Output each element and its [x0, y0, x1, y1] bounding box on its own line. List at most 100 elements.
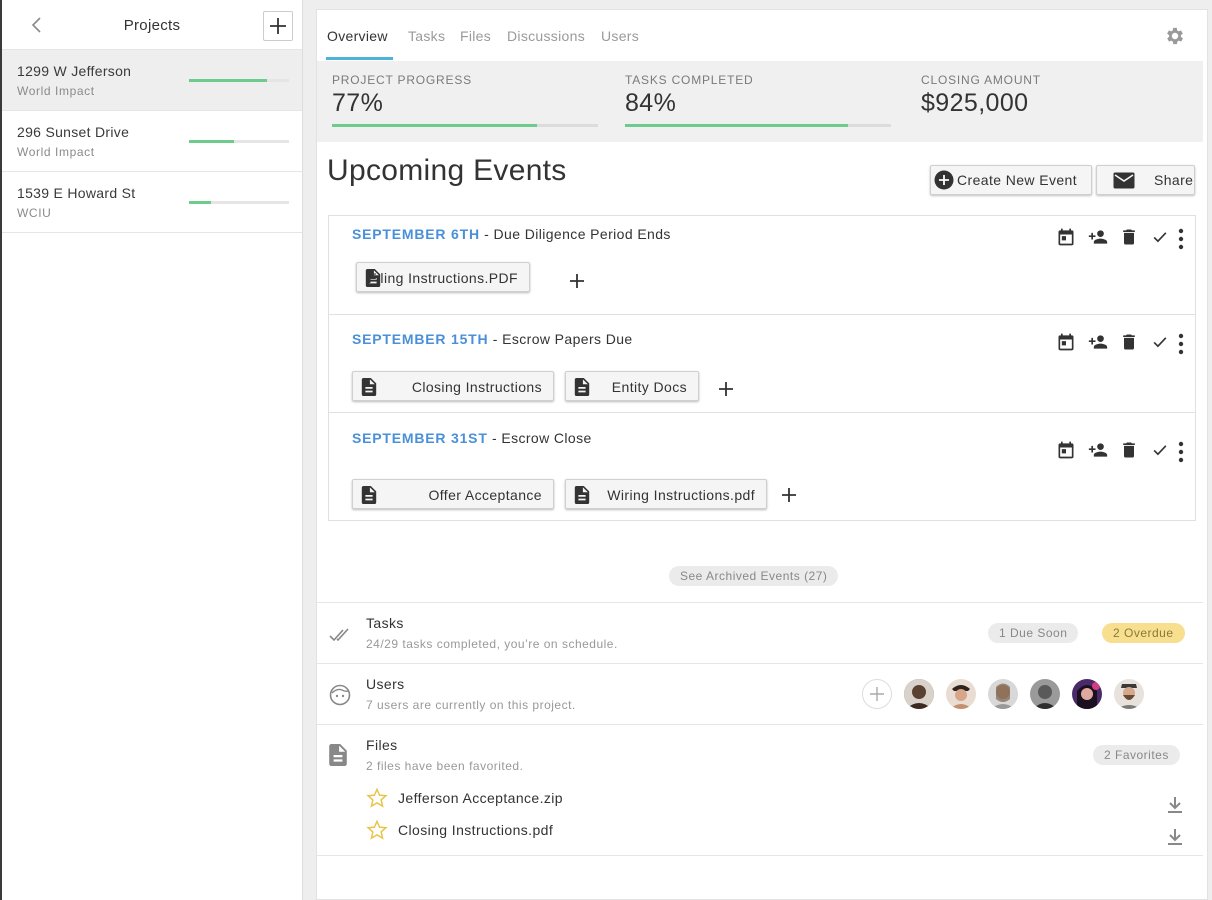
more-vert-icon[interactable] [1176, 227, 1198, 250]
event-card: SEPTEMBER 15TH - Escrow Papers Due Closi… [328, 315, 1196, 413]
download-icon[interactable] [1165, 827, 1185, 847]
file-chip[interactable]: Offer Acceptance [352, 479, 554, 509]
share-label: Share [1154, 172, 1194, 188]
gear-icon[interactable] [1164, 25, 1186, 47]
favorite-file-item[interactable]: Closing Instructions.pdf [366, 819, 666, 842]
progress-fill [189, 140, 234, 143]
add-file-plus-icon[interactable] [570, 274, 584, 288]
progress-fill [332, 124, 537, 127]
event-title: SEPTEMBER 31ST - Escrow Close [352, 430, 592, 446]
document-icon [329, 744, 351, 766]
trash-icon[interactable] [1119, 440, 1141, 462]
sidebar-project-item[interactable]: 296 Sunset Drive World Impact [2, 111, 302, 172]
event-actions [1055, 332, 1190, 356]
file-name: Closing Instructions.pdf [398, 822, 554, 838]
stat-value: 77% [332, 89, 384, 117]
stat-tasks-completed: TASKS COMPLETED 84% [625, 73, 753, 118]
avatar[interactable] [1030, 679, 1060, 709]
project-name: 1299 W Jefferson [17, 63, 132, 79]
main-panel: Overview Tasks Files Discussions Users P… [316, 9, 1208, 900]
section-title: Tasks [366, 615, 404, 631]
progress-fill [189, 201, 211, 204]
add-file-plus-icon[interactable] [719, 382, 733, 396]
project-name: 1539 E Howard St [17, 185, 136, 201]
add-file-plus-icon[interactable] [782, 488, 796, 502]
document-icon [361, 486, 377, 504]
check-icon[interactable] [1150, 332, 1172, 354]
check-icon[interactable] [1150, 440, 1172, 462]
sidebar-project-item[interactable]: 1299 W Jefferson World Impact [2, 50, 302, 111]
calendar-icon[interactable] [1056, 227, 1078, 249]
trash-icon[interactable] [1119, 332, 1141, 354]
file-name: Filing Instructions.PDF [367, 270, 518, 286]
section-title: Users [366, 676, 405, 692]
favorite-file-item[interactable]: Jefferson Acceptance.zip [366, 787, 666, 810]
event-date: SEPTEMBER 6TH [352, 226, 480, 242]
section-subtitle: 2 files have been favorited. [366, 759, 524, 773]
file-chip[interactable]: Filing Instructions.PDF [356, 262, 530, 292]
progress-fill [625, 124, 849, 127]
trash-icon[interactable] [1119, 227, 1141, 249]
tab-files[interactable]: Files [460, 28, 491, 44]
star-icon[interactable] [366, 787, 388, 809]
event-actions [1055, 440, 1190, 464]
event-title: SEPTEMBER 15TH - Escrow Papers Due [352, 331, 633, 347]
tab-discussions[interactable]: Discussions [507, 28, 585, 44]
projects-sidebar: Projects 1299 W Jefferson World Impact 2… [0, 0, 303, 900]
create-event-button[interactable]: Create New Event [930, 165, 1092, 195]
see-archived-events-button[interactable]: See Archived Events (27) [669, 566, 839, 586]
project-org: WCIU [17, 206, 52, 220]
events-list: SEPTEMBER 6TH - Due Diligence Period End… [328, 215, 1196, 521]
add-person-icon[interactable] [1087, 440, 1109, 462]
avatar[interactable] [988, 679, 1018, 709]
file-chip[interactable]: Entity Docs [565, 371, 699, 401]
project-org: World Impact [17, 145, 95, 159]
create-event-label: Create New Event [957, 172, 1078, 188]
star-icon[interactable] [366, 819, 388, 841]
project-org: World Impact [17, 84, 95, 98]
avatar[interactable] [946, 679, 976, 709]
file-name: Jefferson Acceptance.zip [398, 790, 563, 806]
stats-bar: PROJECT PROGRESS 77% TASKS COMPLETED 84%… [317, 61, 1203, 142]
file-name: Wiring Instructions.pdf [607, 487, 755, 503]
active-tab-indicator [326, 57, 393, 60]
section-subtitle: 24/29 tasks completed, you’re on schedul… [366, 637, 618, 651]
add-person-icon[interactable] [1087, 332, 1109, 354]
file-name: Entity Docs [611, 379, 687, 395]
add-user-button[interactable] [862, 679, 892, 709]
files-section: Files 2 files have been favorited. 2 Fav… [317, 724, 1203, 856]
tasks-section: Tasks 24/29 tasks completed, you’re on s… [317, 602, 1203, 663]
add-person-icon[interactable] [1087, 227, 1109, 249]
tab-users[interactable]: Users [601, 28, 639, 44]
event-title: SEPTEMBER 6TH - Due Diligence Period End… [352, 226, 671, 242]
tab-tasks[interactable]: Tasks [408, 28, 445, 44]
stat-value: $925,000 [921, 89, 1029, 117]
event-actions [1055, 227, 1190, 251]
more-vert-icon[interactable] [1176, 332, 1198, 355]
share-button[interactable]: Share [1096, 165, 1195, 195]
section-subtitle: 7 users are currently on this project. [366, 698, 576, 712]
favorites-badge[interactable]: 2 Favorites [1093, 745, 1180, 765]
event-card: SEPTEMBER 6TH - Due Diligence Period End… [328, 215, 1196, 315]
document-icon [361, 378, 377, 396]
file-chip[interactable]: Wiring Instructions.pdf [565, 479, 767, 509]
file-chip[interactable]: Closing Instructions [352, 371, 554, 401]
due-soon-badge[interactable]: 1 Due Soon [988, 623, 1079, 643]
add-project-button[interactable] [263, 11, 293, 41]
check-icon[interactable] [1150, 227, 1172, 249]
calendar-icon[interactable] [1056, 440, 1078, 462]
tab-overview[interactable]: Overview [327, 28, 388, 44]
calendar-icon[interactable] [1056, 332, 1078, 354]
face-icon [329, 684, 351, 706]
avatar[interactable] [1072, 679, 1102, 709]
page-title: Upcoming Events [327, 154, 567, 187]
users-section: Users 7 users are currently on this proj… [317, 663, 1203, 724]
plus-icon [270, 18, 286, 34]
sidebar-project-item[interactable]: 1539 E Howard St WCIU [2, 172, 302, 233]
avatar[interactable] [1114, 679, 1144, 709]
more-vert-icon[interactable] [1176, 440, 1198, 463]
overdue-badge[interactable]: 2 Overdue [1102, 623, 1185, 643]
stat-project-progress: PROJECT PROGRESS 77% [332, 73, 472, 118]
download-icon[interactable] [1165, 795, 1185, 815]
avatar[interactable] [904, 679, 934, 709]
